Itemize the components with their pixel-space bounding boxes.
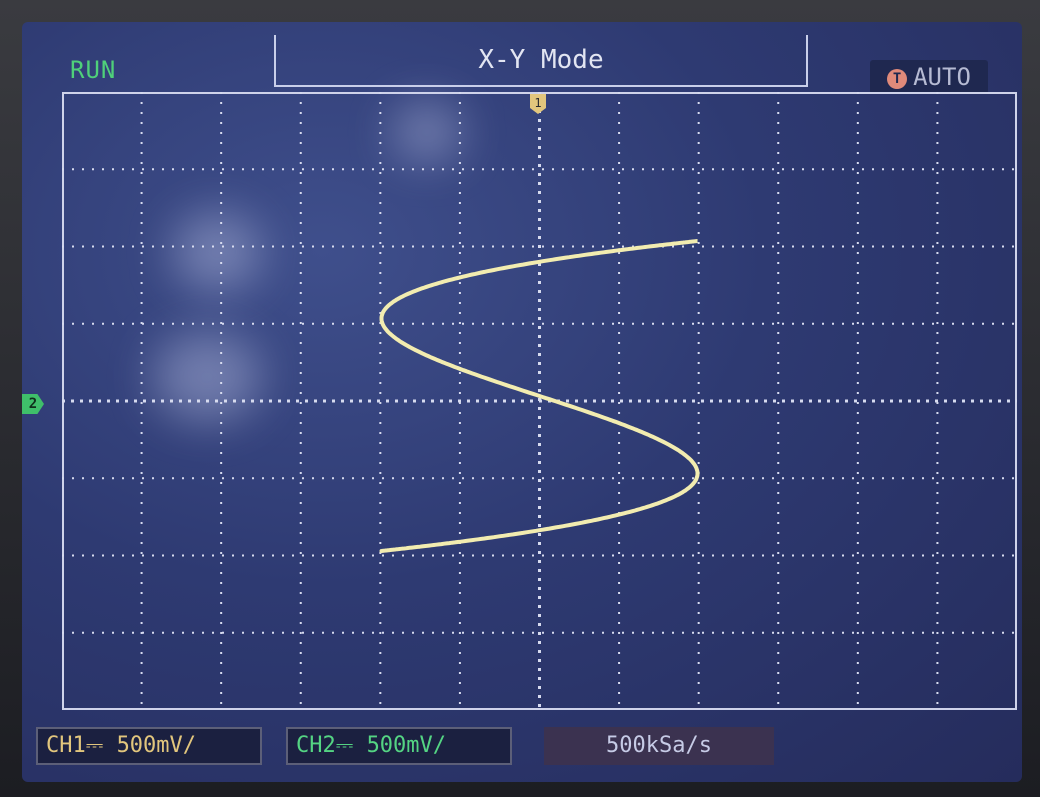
ch1-scale-readout[interactable]: CH1⎓ 500mV/ bbox=[36, 727, 262, 765]
run-status: RUN bbox=[70, 56, 117, 84]
trigger-mode-label: AUTO bbox=[913, 63, 971, 91]
ch1-marker-label: 1 bbox=[534, 96, 541, 110]
trigger-mode-indicator[interactable]: T AUTO bbox=[870, 60, 988, 94]
ch1-label: CH1 bbox=[46, 733, 86, 758]
dc-coupling-icon: ⎓ bbox=[85, 733, 104, 758]
lissajous-trace bbox=[379, 239, 700, 553]
trace-group bbox=[379, 239, 700, 553]
dc-coupling-icon: ⎓ bbox=[335, 733, 354, 758]
ch2-scale-readout[interactable]: CH2⎓ 500mV/ bbox=[286, 727, 512, 765]
grid-lines bbox=[62, 92, 1017, 710]
ch1-volts-per-div: 500mV/ bbox=[116, 733, 197, 758]
ch2-volts-per-div: 500mV/ bbox=[366, 733, 447, 758]
trigger-t-icon: T bbox=[887, 69, 908, 89]
oscilloscope-screen: RUN X-Y Mode T AUTO 1 2 CH1⎓ 500mV/ CH2⎓ … bbox=[22, 22, 1022, 782]
ch2-label: CH2 bbox=[296, 733, 336, 758]
ch2-position-marker: 2 bbox=[22, 394, 44, 414]
display-mode-title: X-Y Mode bbox=[274, 35, 808, 87]
ch1-position-marker: 1 bbox=[530, 94, 546, 114]
graticule-display: 1 bbox=[62, 92, 1017, 710]
sample-rate-readout: 500kSa/s bbox=[544, 727, 774, 765]
